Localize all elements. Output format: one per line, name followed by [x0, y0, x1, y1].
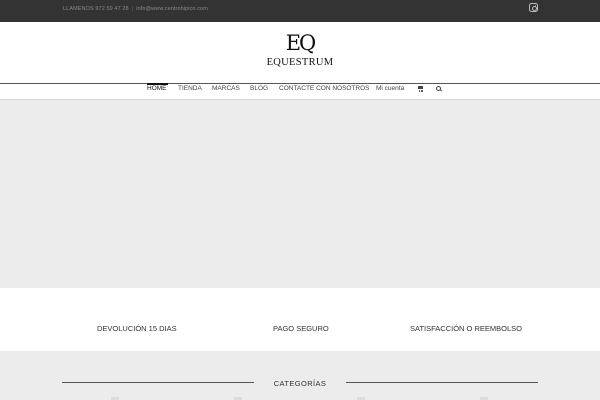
contact-info: LLAMENOS 972 59 47 28 | info@www.centrohip…	[63, 6, 208, 12]
divider-right	[346, 382, 538, 383]
feature-satisfaction: SATISFACCIÓN O REEMBOLSO	[410, 324, 522, 333]
nav-item-blog[interactable]: BLOG	[250, 85, 268, 93]
nav-item-marcas[interactable]: MARCAS	[212, 85, 240, 93]
logo-monogram: EQ	[285, 31, 317, 55]
contact-separator: |	[131, 6, 134, 12]
nav-item-tienda[interactable]: TIENDA	[178, 85, 202, 93]
site-logo[interactable]: EQ EQUESTRUM	[262, 33, 338, 73]
features-strip: DEVOLUCIÓN 15 DIAS PAGO SEGURO SATISFACC…	[0, 288, 600, 351]
feature-secure-payment: PAGO SEGURO	[273, 324, 329, 333]
nav-item-mi-cuenta[interactable]: Mi cuenta	[376, 85, 404, 93]
nav-item-home[interactable]: HOME	[147, 85, 167, 93]
logo-wordmark: EQUESTRUM	[266, 57, 334, 68]
categories-section: CATEGORÍAS	[0, 351, 600, 400]
top-bar: LLAMENOS 972 59 47 28 | info@www.centrohip…	[0, 0, 600, 22]
hero-banner	[0, 100, 600, 288]
phone-text: LLAMENOS 972 59 47 28	[63, 6, 129, 12]
cart-icon[interactable]	[417, 86, 423, 92]
feature-returns: DEVOLUCIÓN 15 DIAS	[97, 324, 177, 333]
search-icon[interactable]	[436, 85, 441, 91]
nav-item-contacte[interactable]: CONTACTE CON NOSOTROS	[279, 85, 370, 93]
categories-title: CATEGORÍAS	[273, 379, 327, 388]
email-link[interactable]: info@www.centrohipico.com	[136, 6, 208, 12]
divider-left	[62, 382, 254, 383]
site-header: EQ EQUESTRUM	[0, 22, 600, 83]
main-navigation: HOME TIENDA MARCAS BLOG CONTACTE CON NOS…	[0, 83, 600, 100]
instagram-icon[interactable]	[529, 3, 538, 12]
